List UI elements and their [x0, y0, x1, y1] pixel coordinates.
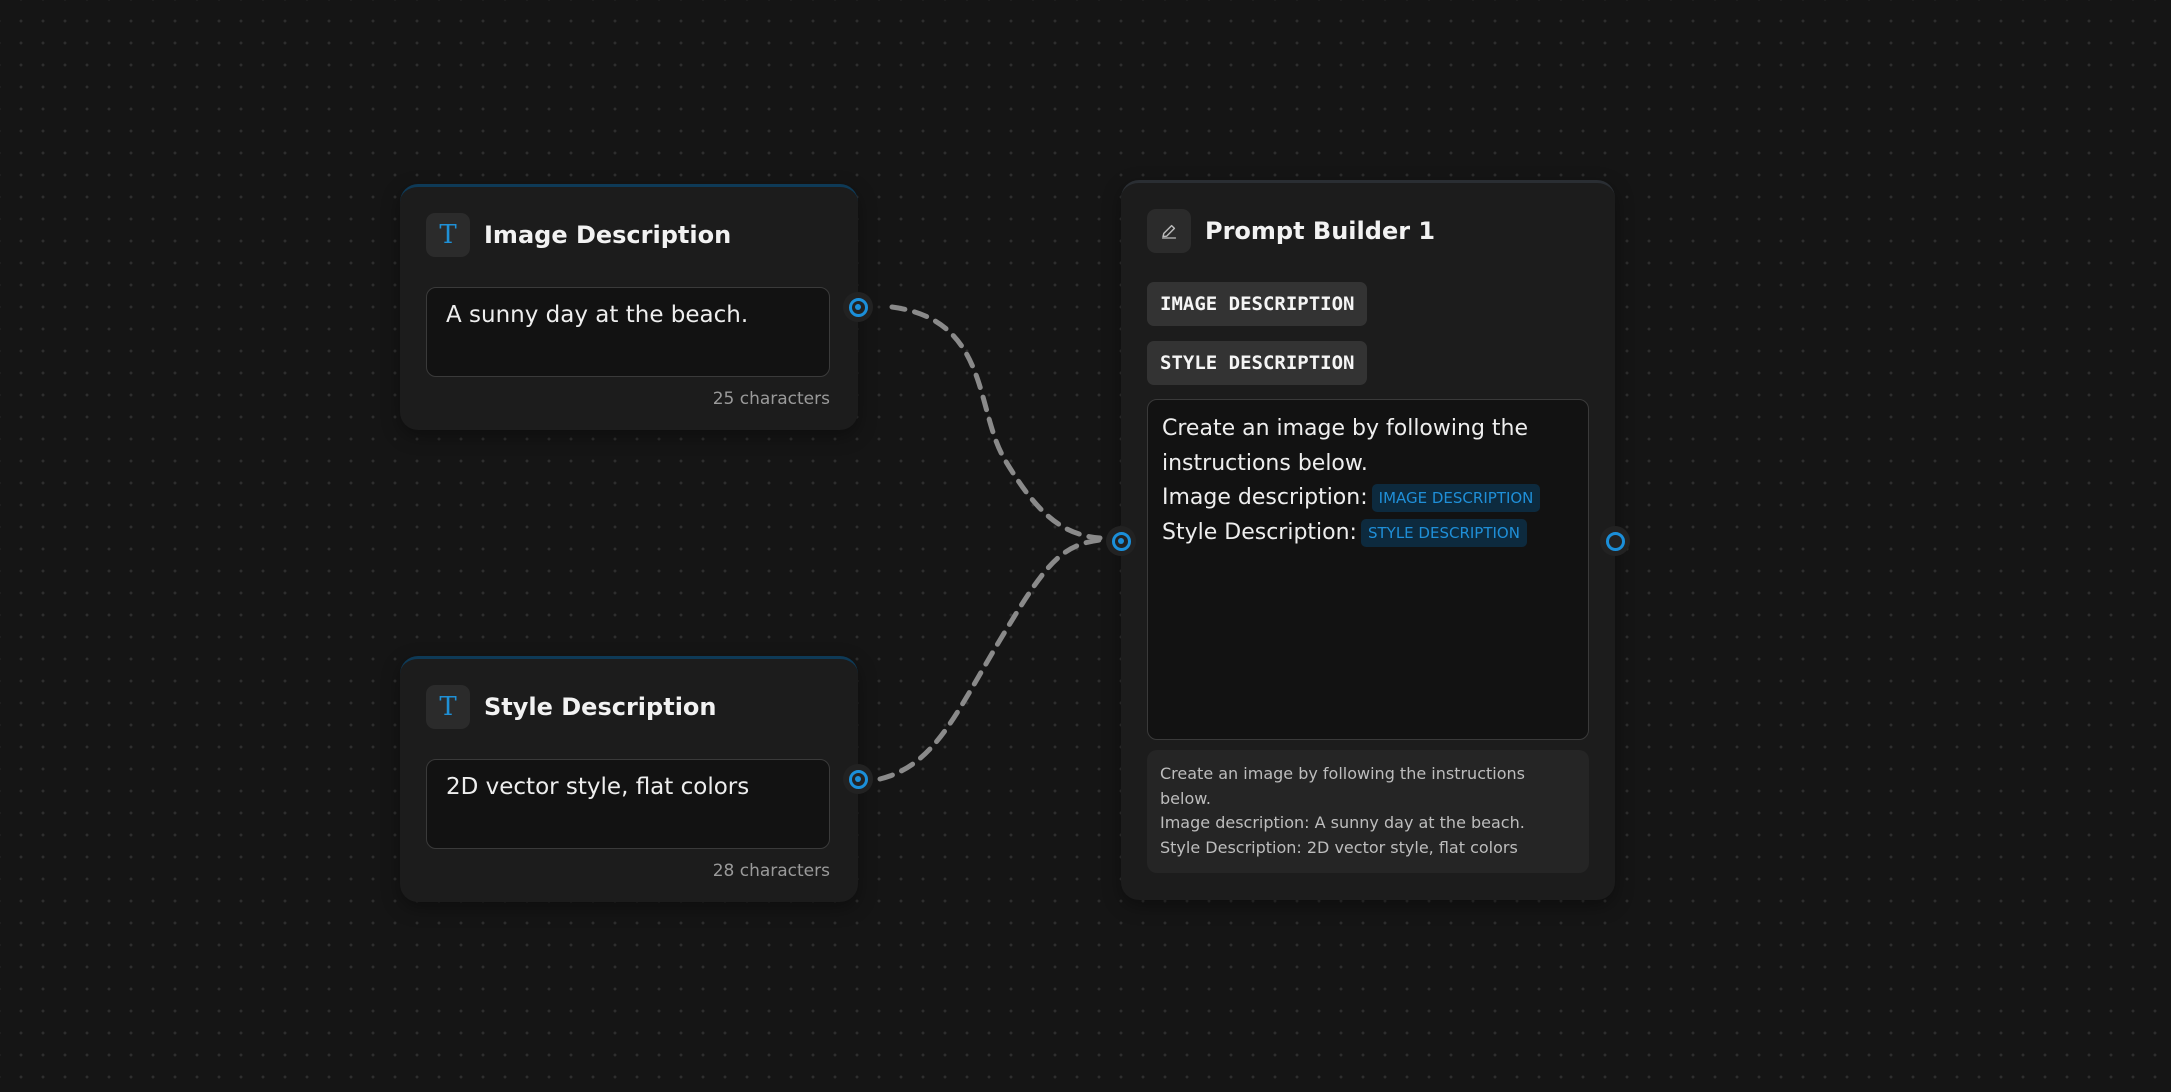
- prompt-template-editor[interactable]: Create an image by following the instruc…: [1147, 399, 1589, 740]
- template-line: Style Description: STYLE DESCRIPTION: [1162, 516, 1574, 551]
- template-line: instructions below.: [1162, 450, 1368, 476]
- node-title: Prompt Builder 1: [1205, 217, 1436, 245]
- edge-style-to-prompt: [877, 537, 1103, 782]
- text-t-icon: T: [439, 220, 457, 250]
- handle-ring-icon: [1605, 531, 1625, 551]
- character-count: 28 characters: [712, 861, 830, 881]
- prompt-builder-output-handle[interactable]: [1600, 526, 1630, 556]
- variable-chip-style-description[interactable]: STYLE DESCRIPTION: [1147, 341, 1368, 385]
- preview-line: below.: [1160, 788, 1211, 808]
- node-title: Image Description: [484, 221, 732, 249]
- node-title: Style Description: [484, 693, 717, 721]
- inline-variable-style-description[interactable]: STYLE DESCRIPTION: [1360, 518, 1527, 547]
- template-text: Style Description:: [1162, 519, 1357, 545]
- text-type-icon: T: [426, 213, 470, 257]
- prompt-builder-input-handle[interactable]: [1106, 526, 1136, 556]
- text-t-icon: T: [439, 692, 457, 722]
- style-description-output-handle[interactable]: [843, 764, 873, 794]
- text-node-style-description[interactable]: T Style Description 2D vector style, fla…: [400, 656, 858, 902]
- edge-image-to-prompt: [889, 304, 1103, 541]
- variable-chip-image-description[interactable]: IMAGE DESCRIPTION: [1147, 282, 1368, 326]
- handle-ring-icon: [848, 297, 868, 317]
- image-description-output-handle[interactable]: [843, 292, 873, 322]
- prompt-preview: Create an image by following the instruc…: [1147, 750, 1589, 873]
- text-type-icon: T: [426, 685, 470, 729]
- preview-line: Style Description: 2D vector style, flat…: [1160, 837, 1518, 857]
- prompt-builder-node[interactable]: Prompt Builder 1 IMAGE DESCRIPTION STYLE…: [1121, 180, 1615, 900]
- preview-line: Image description: A sunny day at the be…: [1160, 813, 1525, 833]
- template-line: Image description: IMAGE DESCRIPTION: [1162, 481, 1574, 516]
- character-count: 25 characters: [712, 389, 830, 409]
- preview-line: Create an image by following the instruc…: [1160, 764, 1525, 783]
- node-header: Prompt Builder 1: [1147, 209, 1435, 253]
- node-header: T Style Description: [426, 685, 717, 729]
- inline-variable-image-description[interactable]: IMAGE DESCRIPTION: [1371, 484, 1541, 512]
- pencil-icon: [1147, 209, 1191, 253]
- template-line: Create an image by following the: [1162, 416, 1529, 441]
- template-text: Image description:: [1162, 485, 1368, 510]
- flow-canvas[interactable]: T Image Description A sunny day at the b…: [0, 0, 2171, 1092]
- image-description-input[interactable]: A sunny day at the beach.: [426, 287, 830, 377]
- handle-ring-icon: [848, 769, 868, 789]
- style-description-input[interactable]: 2D vector style, flat colors: [426, 759, 830, 849]
- node-header: T Image Description: [426, 213, 731, 257]
- edges-layer: [877, 304, 1103, 782]
- text-node-image-description[interactable]: T Image Description A sunny day at the b…: [400, 184, 858, 430]
- handle-ring-icon: [1111, 531, 1131, 551]
